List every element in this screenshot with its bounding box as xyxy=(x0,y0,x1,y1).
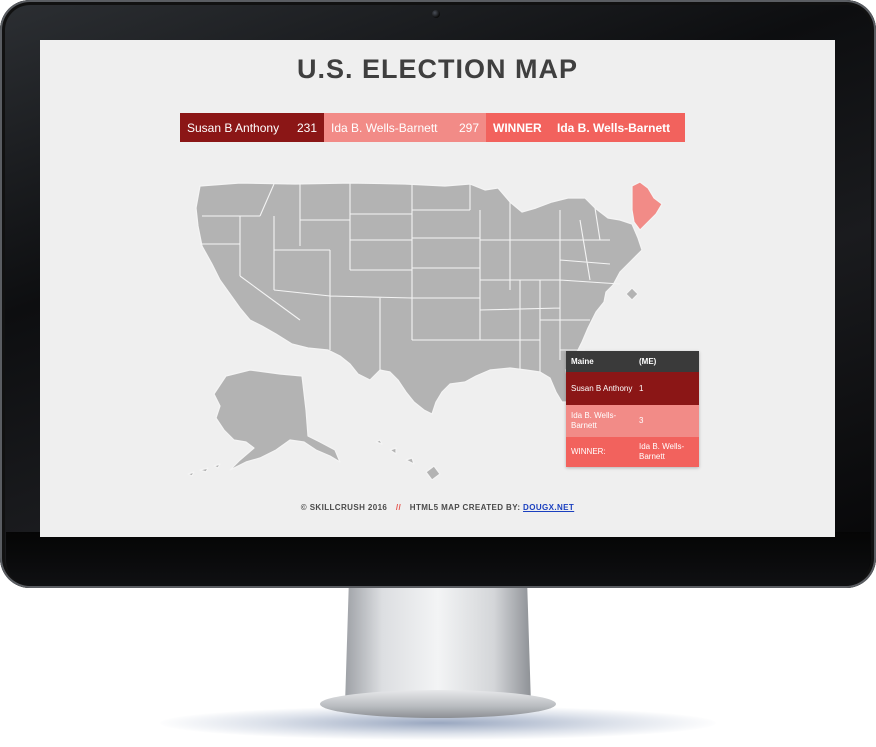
state-info-row: WINNER: Ida B. Wells-Barnett xyxy=(566,437,699,467)
candidate-a-name: Susan B Anthony xyxy=(187,120,280,135)
footer-copyright: © SKILLCRUSH 2016 xyxy=(300,503,388,512)
winner-label: WINNER xyxy=(493,120,542,135)
state-info-box: Maine (ME) Susan B Anthony 1 Ida B. Well… xyxy=(566,351,699,467)
monitor-base xyxy=(320,690,556,718)
state-name: Maine xyxy=(571,356,594,366)
winner-name: Ida B. Wells-Barnett xyxy=(557,120,671,135)
candidate-a-votes: 231 xyxy=(296,120,317,135)
state-abbr: (ME) xyxy=(639,356,657,366)
state-alaska[interactable] xyxy=(213,369,341,471)
candidate-b-result: Ida B. Wells-Barnett 297 xyxy=(324,113,486,142)
state-hawaii[interactable] xyxy=(375,439,441,480)
state-info-header: Maine (ME) xyxy=(566,351,699,372)
footer-link[interactable]: DOUGX.NET xyxy=(523,503,574,512)
state-alaska-islands[interactable] xyxy=(187,463,221,477)
state-info-label: Ida B. Wells-Barnett xyxy=(571,411,617,430)
footer-credit: HTML5 MAP CREATED BY: xyxy=(409,503,521,512)
state-info-value: 1 xyxy=(639,383,644,393)
page-title: U.S. ELECTION MAP xyxy=(296,54,578,84)
state-info-value: Ida B. Wells-Barnett xyxy=(639,442,685,461)
monitor-bezel: U.S. ELECTION MAP Susan B Anthony 231 Id… xyxy=(0,0,876,588)
monitor-stand xyxy=(345,587,531,705)
state-info-value: 3 xyxy=(639,416,644,425)
footer: © SKILLCRUSH 2016 // HTML5 MAP CREATED B… xyxy=(40,503,835,512)
state-delaware[interactable] xyxy=(625,287,639,301)
state-info-row: Susan B Anthony 1 xyxy=(566,372,699,405)
state-info-label: Susan B Anthony xyxy=(571,383,633,393)
results-bar: Susan B Anthony 231 Ida B. Wells-Barnett… xyxy=(180,113,685,142)
candidate-a-result: Susan B Anthony 231 xyxy=(180,113,324,142)
screen: U.S. ELECTION MAP Susan B Anthony 231 Id… xyxy=(40,40,835,537)
winner-result: WINNER Ida B. Wells-Barnett xyxy=(486,113,685,142)
camera-icon xyxy=(432,10,440,18)
state-maine[interactable] xyxy=(631,181,663,231)
footer-separator: // xyxy=(395,503,402,512)
monitor-chin xyxy=(6,532,870,586)
state-info-label: WINNER: xyxy=(571,447,606,456)
candidate-b-name: Ida B. Wells-Barnett xyxy=(331,120,438,135)
state-info-row: Ida B. Wells-Barnett 3 xyxy=(566,405,699,437)
candidate-b-votes: 297 xyxy=(458,120,479,135)
